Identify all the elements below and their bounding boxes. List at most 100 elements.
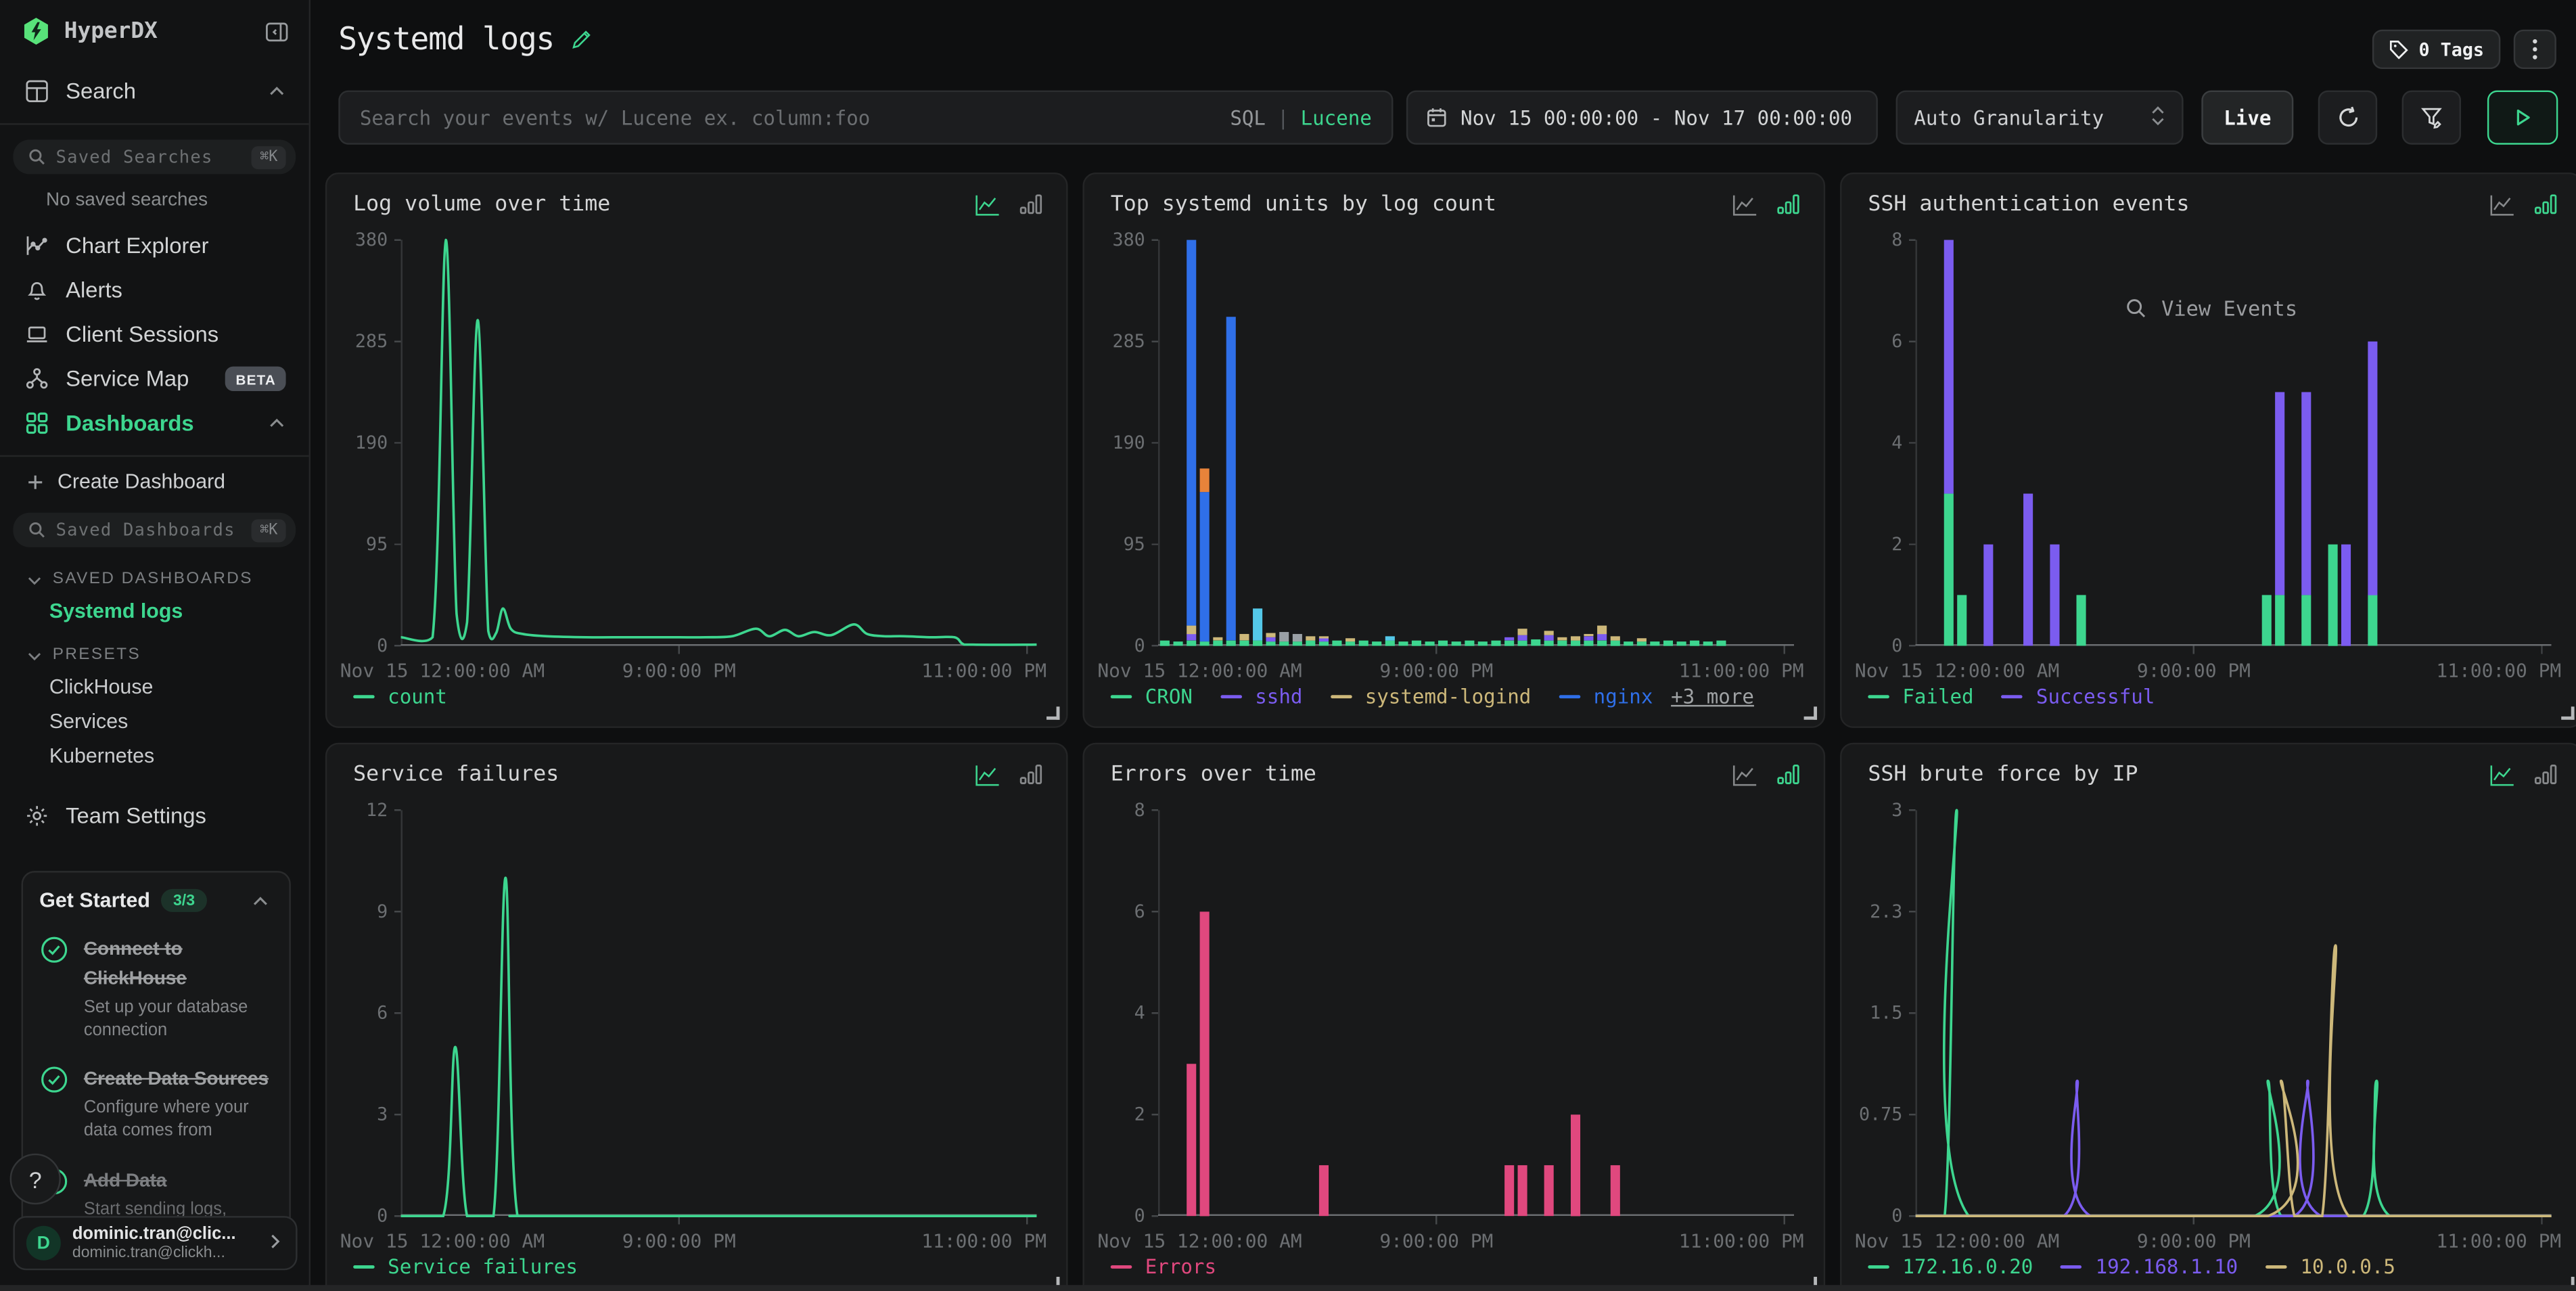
legend-item[interactable]: 10.0.0.5 [2266, 1255, 2395, 1278]
run-query-button[interactable] [2487, 91, 2558, 145]
x-axis-label: Nov 15 12:00:00 AM [1855, 660, 2059, 682]
bar-segment [1491, 641, 1500, 646]
chart-plot-area[interactable]: 036912Nov 15 12:00:00 AM9:00:00 PM11:00:… [401, 810, 1037, 1216]
play-icon [2512, 107, 2533, 129]
y-axis-label: 285 [1112, 331, 1145, 352]
bar-segment [2301, 595, 2311, 646]
sidebar-collapse-button[interactable] [264, 19, 289, 43]
bar-chart-toggle-icon[interactable] [1776, 192, 1800, 217]
dashboard-menu-button[interactable] [2514, 30, 2556, 69]
bar-segment [1187, 1064, 1196, 1216]
chevron-up-icon[interactable] [268, 414, 286, 432]
legend-more-link[interactable]: +3 more [1671, 685, 1754, 708]
sidebar-preset-clickhouse[interactable]: ClickHouse [0, 664, 309, 698]
chart-plot-area[interactable]: 00.751.52.33Nov 15 12:00:00 AM9:00:00 PM… [1916, 810, 2552, 1216]
legend-label: sshd [1255, 685, 1302, 708]
chart-plot-area[interactable]: 095190285380Nov 15 12:00:00 AM9:00:00 PM… [401, 240, 1037, 646]
language-lucene-toggle[interactable]: Lucene [1301, 106, 1372, 129]
events-search-input[interactable]: Search your events w/ Lucene ex. column:… [338, 91, 1393, 145]
sidebar-item-search[interactable]: Search [0, 69, 309, 114]
refresh-button[interactable] [2318, 91, 2377, 145]
sidebar-dashboard-systemd-logs[interactable]: Systemd logs [0, 588, 309, 622]
help-button[interactable]: ? [10, 1154, 61, 1204]
filter-button[interactable] [2402, 91, 2461, 145]
sidebar-item-service-map[interactable]: Service Map BETA [0, 357, 309, 401]
time-range-picker[interactable]: Nov 15 00:00:00 - Nov 17 00:00:00 [1406, 91, 1878, 145]
sidebar-preset-kubernetes[interactable]: Kubernetes [0, 733, 309, 767]
x-axis-label: 11:00:00 PM [1679, 1229, 1804, 1252]
chart-title: Service failures [353, 763, 559, 787]
legend-item[interactable]: count [353, 685, 447, 708]
legend-item[interactable]: 192.168.1.10 [2061, 1255, 2238, 1278]
user-menu[interactable]: D dominic.tran@clic... dominic.tran@clic… [13, 1216, 297, 1270]
bar-chart-toggle-icon[interactable] [2533, 763, 2558, 787]
bar-segment [1571, 1114, 1580, 1216]
sidebar-item-dashboards[interactable]: Dashboards [0, 401, 309, 446]
saved-dashboards-input[interactable]: Saved Dashboards ⌘K [13, 513, 296, 547]
legend-item[interactable]: systemd-logind [1331, 685, 1532, 708]
legend-item[interactable]: CRON [1111, 685, 1193, 708]
bar-chart-toggle-icon[interactable] [2533, 192, 2558, 217]
y-axis-label: 3 [377, 1104, 388, 1125]
chart-legend: CRON sshd systemd-logind nginx +3 more [1111, 685, 1754, 708]
sidebar-preset-services[interactable]: Services [0, 698, 309, 733]
x-axis-label: 11:00:00 PM [2436, 1229, 2561, 1252]
legend-swatch [1111, 695, 1132, 698]
resize-handle[interactable] [1046, 706, 1059, 719]
sidebar-item-alerts[interactable]: Alerts [0, 268, 309, 313]
live-button[interactable]: Live [2201, 91, 2293, 145]
legend-item[interactable]: nginx [1559, 685, 1653, 708]
bar-chart-toggle-icon[interactable] [1019, 192, 1043, 217]
chevron-up-icon[interactable] [252, 892, 270, 910]
x-axis-label: Nov 15 12:00:00 AM [1097, 660, 1302, 682]
granularity-select[interactable]: Auto Granularity [1896, 91, 2184, 145]
line-chart-toggle-icon[interactable] [2489, 193, 2515, 216]
sidebar-item-chart-explorer[interactable]: Chart Explorer [0, 223, 309, 268]
line-chart-toggle-icon[interactable] [974, 193, 1001, 216]
laptop-icon [23, 322, 49, 346]
dashboards-icon [23, 411, 49, 435]
create-dashboard-button[interactable]: Create Dashboard [0, 457, 309, 493]
legend-item[interactable]: Failed [1868, 685, 1973, 708]
chevron-up-icon[interactable] [268, 82, 286, 100]
step-title: Connect to ClickHouse [84, 940, 187, 989]
get-started-progress-badge: 3/3 [162, 889, 206, 912]
line-chart-toggle-icon[interactable] [1732, 193, 1758, 216]
legend-item[interactable]: 172.16.0.20 [1868, 1255, 2033, 1278]
bar-segment [1253, 608, 1262, 640]
chart-plot-area[interactable]: 095190285380Nov 15 12:00:00 AM9:00:00 PM… [1158, 240, 1794, 646]
saved-searches-input[interactable]: Saved Searches ⌘K [13, 139, 296, 174]
legend-item[interactable]: Errors [1111, 1255, 1216, 1278]
resize-handle[interactable] [1804, 706, 1817, 719]
legend-item[interactable]: Successful [2002, 685, 2155, 708]
section-saved-dashboards[interactable]: SAVED DASHBOARDS [0, 547, 309, 589]
line-chart-toggle-icon[interactable] [974, 763, 1001, 786]
sidebar-item-team-settings[interactable]: Team Settings [0, 794, 309, 838]
bar-segment [1557, 637, 1567, 641]
sidebar: HyperDX Search Saved Searches ⌘K No save… [0, 0, 310, 1291]
bar-chart-toggle-icon[interactable] [1019, 763, 1043, 787]
get-started-step-connect[interactable]: Connect to ClickHouse Set up your databa… [39, 933, 269, 1042]
sidebar-item-client-sessions[interactable]: Client Sessions [0, 312, 309, 357]
sidebar-item-label: Alerts [66, 277, 122, 302]
bar-segment [1504, 641, 1514, 646]
resize-handle[interactable] [2561, 706, 2574, 719]
bar-chart-toggle-icon[interactable] [1776, 763, 1800, 787]
line-chart-toggle-icon[interactable] [2489, 763, 2515, 786]
bar-segment [1266, 641, 1275, 646]
legend-item[interactable]: Service failures [353, 1255, 578, 1278]
x-axis-label: 9:00:00 PM [622, 660, 736, 682]
section-presets[interactable]: PRESETS [0, 622, 309, 664]
legend-item[interactable]: sshd [1220, 685, 1302, 708]
bar-segment [1957, 595, 1967, 646]
language-sql-toggle[interactable]: SQL [1230, 106, 1266, 129]
y-axis-label: 95 [1124, 534, 1145, 555]
get-started-step-sources[interactable]: Create Data Sources Configure where your… [39, 1064, 269, 1143]
chart-plot-area[interactable]: 02468Nov 15 12:00:00 AM9:00:00 PM11:00:0… [1916, 240, 2552, 646]
line-chart-toggle-icon[interactable] [1732, 763, 1758, 786]
tags-button[interactable]: 0 Tags [2373, 30, 2501, 69]
horizontal-scrollbar[interactable] [0, 1285, 2576, 1291]
chart-plot-area[interactable]: 02468Nov 15 12:00:00 AM9:00:00 PM11:00:0… [1158, 810, 1794, 1216]
edit-title-icon[interactable] [570, 28, 593, 51]
user-email: dominic.tran@clickh... [72, 1244, 236, 1263]
